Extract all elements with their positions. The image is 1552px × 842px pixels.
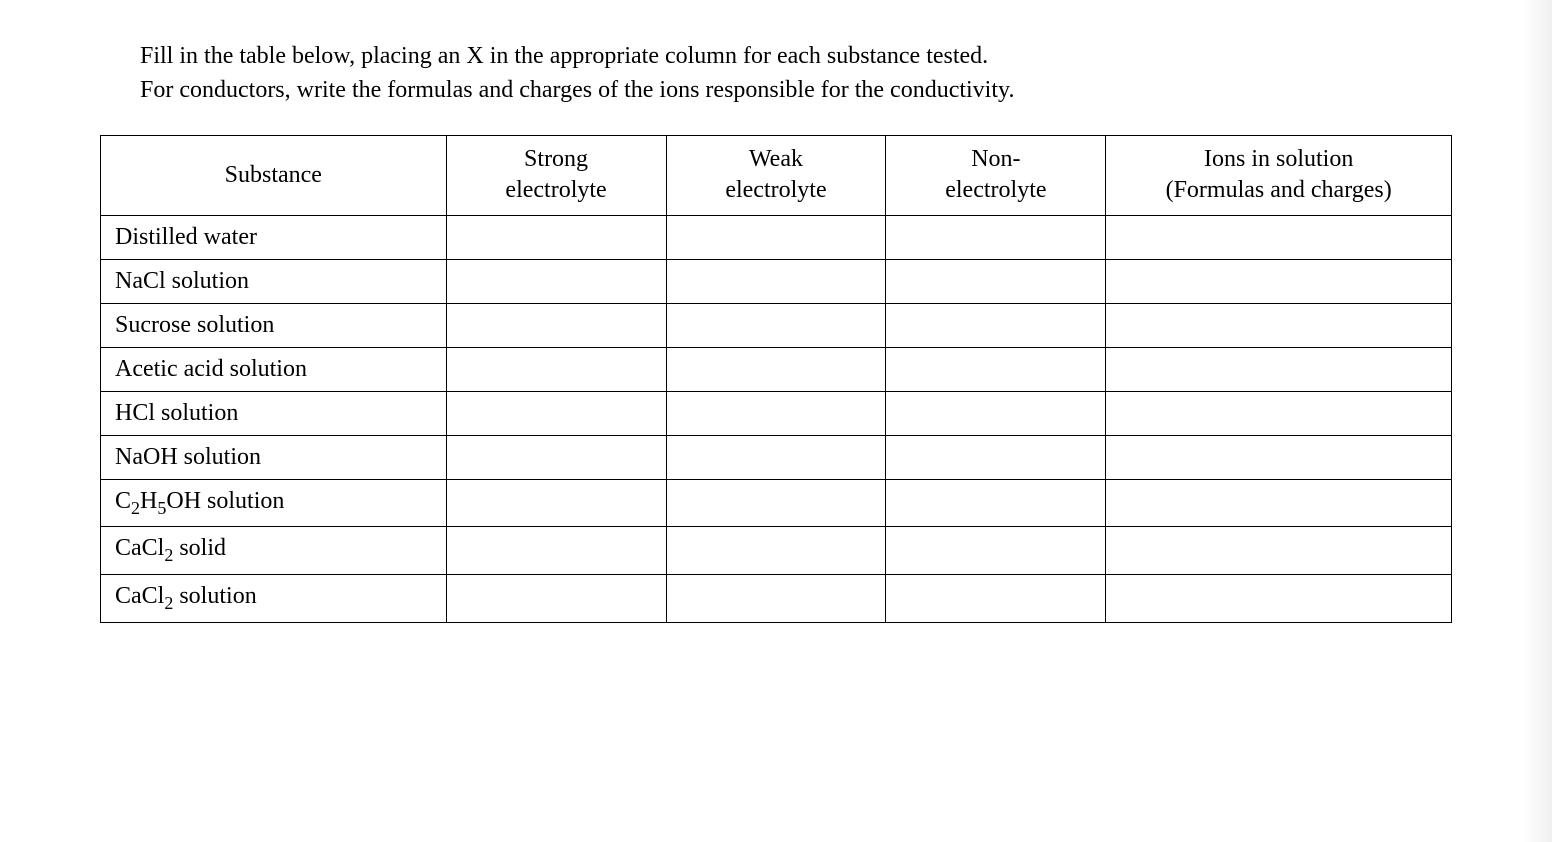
non-cell[interactable] xyxy=(886,303,1106,347)
table-body: Distilled waterNaCl solutionSucrose solu… xyxy=(101,215,1452,622)
strong-cell[interactable] xyxy=(446,347,666,391)
header-strong: Strongelectrolyte xyxy=(446,136,666,215)
strong-cell[interactable] xyxy=(446,575,666,623)
instruction-line-1: Fill in the table below, placing an X in… xyxy=(140,43,988,69)
header-non-text: Non-electrolyte xyxy=(945,146,1046,203)
weak-cell[interactable] xyxy=(666,435,886,479)
weak-cell[interactable] xyxy=(666,391,886,435)
substance-cell: CaCl2 solid xyxy=(101,527,447,575)
page-edge-shadow xyxy=(1522,0,1552,842)
non-cell[interactable] xyxy=(886,479,1106,527)
non-cell[interactable] xyxy=(886,527,1106,575)
strong-cell[interactable] xyxy=(446,527,666,575)
ions-cell[interactable] xyxy=(1106,479,1452,527)
table-row: Sucrose solution xyxy=(101,303,1452,347)
weak-cell[interactable] xyxy=(666,479,886,527)
substance-cell: Acetic acid solution xyxy=(101,347,447,391)
table-header-row: Substance Strongelectrolyte Weakelectrol… xyxy=(101,136,1452,215)
non-cell[interactable] xyxy=(886,259,1106,303)
header-substance: Substance xyxy=(101,136,447,215)
weak-cell[interactable] xyxy=(666,527,886,575)
table-row: CaCl2 solution xyxy=(101,575,1452,623)
ions-cell[interactable] xyxy=(1106,391,1452,435)
table-row: NaOH solution xyxy=(101,435,1452,479)
header-ions: Ions in solution(Formulas and charges) xyxy=(1106,136,1452,215)
non-cell[interactable] xyxy=(886,215,1106,259)
header-weak: Weakelectrolyte xyxy=(666,136,886,215)
strong-cell[interactable] xyxy=(446,215,666,259)
table-row: C2H5OH solution xyxy=(101,479,1452,527)
instructions-block: Fill in the table below, placing an X in… xyxy=(100,40,1452,107)
electrolyte-table: Substance Strongelectrolyte Weakelectrol… xyxy=(100,135,1452,623)
header-weak-text: Weakelectrolyte xyxy=(725,146,826,203)
substance-cell: Distilled water xyxy=(101,215,447,259)
table-row: NaCl solution xyxy=(101,259,1452,303)
ions-cell[interactable] xyxy=(1106,435,1452,479)
weak-cell[interactable] xyxy=(666,259,886,303)
ions-cell[interactable] xyxy=(1106,259,1452,303)
table-row: Distilled water xyxy=(101,215,1452,259)
substance-cell: NaCl solution xyxy=(101,259,447,303)
weak-cell[interactable] xyxy=(666,347,886,391)
ions-cell[interactable] xyxy=(1106,347,1452,391)
strong-cell[interactable] xyxy=(446,435,666,479)
weak-cell[interactable] xyxy=(666,303,886,347)
header-ions-text: Ions in solution(Formulas and charges) xyxy=(1166,146,1392,203)
ions-cell[interactable] xyxy=(1106,303,1452,347)
ions-cell[interactable] xyxy=(1106,215,1452,259)
weak-cell[interactable] xyxy=(666,215,886,259)
table-row: CaCl2 solid xyxy=(101,527,1452,575)
strong-cell[interactable] xyxy=(446,259,666,303)
non-cell[interactable] xyxy=(886,575,1106,623)
strong-cell[interactable] xyxy=(446,391,666,435)
instruction-line-2: For conductors, write the formulas and c… xyxy=(140,77,1014,103)
substance-cell: Sucrose solution xyxy=(101,303,447,347)
substance-cell: NaOH solution xyxy=(101,435,447,479)
non-cell[interactable] xyxy=(886,391,1106,435)
substance-cell: C2H5OH solution xyxy=(101,479,447,527)
table-row: Acetic acid solution xyxy=(101,347,1452,391)
non-cell[interactable] xyxy=(886,435,1106,479)
strong-cell[interactable] xyxy=(446,303,666,347)
substance-cell: CaCl2 solution xyxy=(101,575,447,623)
header-strong-text: Strongelectrolyte xyxy=(505,146,606,203)
weak-cell[interactable] xyxy=(666,575,886,623)
ions-cell[interactable] xyxy=(1106,527,1452,575)
non-cell[interactable] xyxy=(886,347,1106,391)
substance-cell: HCl solution xyxy=(101,391,447,435)
ions-cell[interactable] xyxy=(1106,575,1452,623)
header-non: Non-electrolyte xyxy=(886,136,1106,215)
table-row: HCl solution xyxy=(101,391,1452,435)
strong-cell[interactable] xyxy=(446,479,666,527)
